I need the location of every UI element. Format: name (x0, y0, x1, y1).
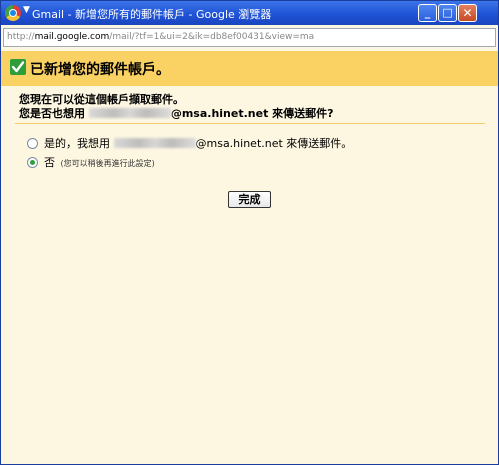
radio-yes[interactable] (27, 138, 38, 149)
divider (15, 123, 485, 124)
checkmark-icon (10, 59, 26, 75)
intro-prefix: 您是否也想用 (19, 107, 85, 120)
minimize-button[interactable]: _ (418, 4, 437, 22)
close-button[interactable]: ✕ (458, 4, 477, 22)
title-bar: ▼ Gmail - 新增您所有的郵件帳戶 - Google 瀏覽器 _ □ ✕ (1, 1, 498, 25)
option-no[interactable]: 否 (您可以稍後再進行此設定) (27, 154, 155, 170)
intro-line-2: 您是否也想用 @msa.hinet.net 來傳送郵件? (19, 105, 334, 121)
redacted-username (88, 108, 171, 118)
redacted-username (113, 138, 196, 148)
header-banner: 已新增您的郵件帳戶。 (1, 51, 498, 86)
done-button[interactable]: 完成 (228, 191, 271, 208)
intro-suffix: 來傳送郵件? (268, 107, 334, 120)
url-scheme: http:// (7, 32, 35, 42)
address-bar[interactable]: http://mail.google.com/mail/?tf=1&ui=2&i… (3, 28, 496, 47)
option-no-note: (您可以稍後再進行此設定) (60, 159, 155, 168)
maximize-button[interactable]: □ (438, 4, 457, 22)
option-yes-domain: @msa.hinet.net (195, 137, 283, 150)
radio-no[interactable] (27, 157, 38, 168)
option-yes-suffix: 來傳送郵件。 (282, 137, 353, 150)
option-yes[interactable]: 是的，我想用 @msa.hinet.net 來傳送郵件。 (27, 135, 352, 151)
window-title: Gmail - 新增您所有的郵件帳戶 - Google 瀏覽器 (32, 8, 272, 21)
intro-domain: @msa.hinet.net (170, 107, 269, 120)
option-yes-prefix: 是的，我想用 (44, 137, 110, 150)
url-path: /mail/?tf=1&ui=2&ik=db8ef00431&view=ma (109, 32, 315, 42)
chrome-app-icon[interactable] (5, 5, 21, 21)
browser-window: ▼ Gmail - 新增您所有的郵件帳戶 - Google 瀏覽器 _ □ ✕ … (0, 0, 499, 465)
menu-arrow-icon[interactable]: ▼ (23, 5, 30, 15)
header-title: 已新增您的郵件帳戶。 (30, 62, 170, 78)
option-no-label: 否 (44, 156, 55, 169)
url-host: mail.google.com (34, 32, 110, 42)
